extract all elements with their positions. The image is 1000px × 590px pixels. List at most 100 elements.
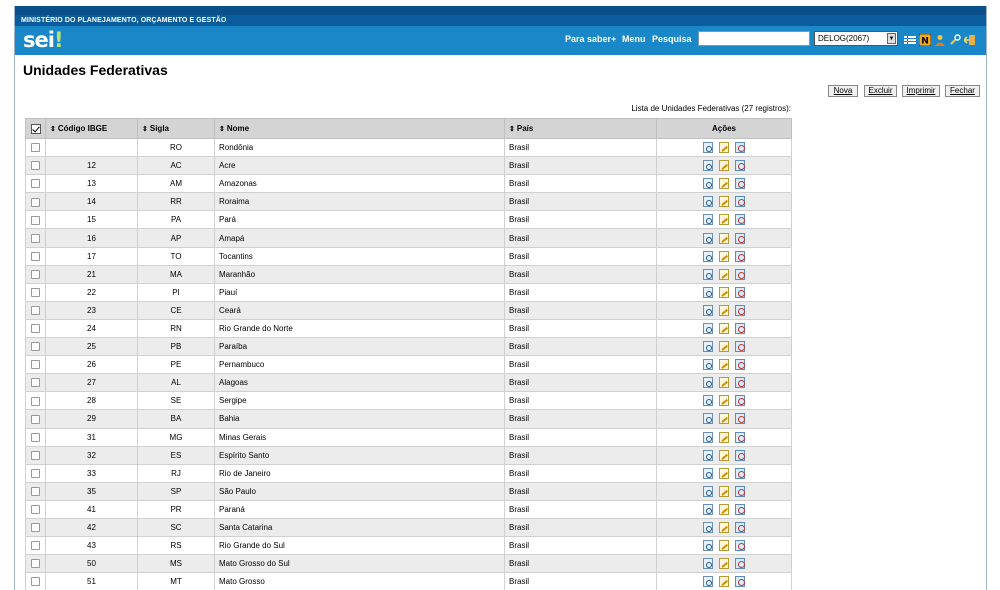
row-checkbox[interactable] (31, 414, 40, 424)
consultar-icon[interactable] (703, 214, 713, 226)
table-row[interactable]: 51 MT Mato Grosso Brasil (25, 572, 792, 590)
desativar-icon[interactable] (735, 576, 745, 588)
sei-logo[interactable]: sei! (23, 28, 63, 52)
table-row[interactable]: 21 MA Maranhão Brasil (25, 264, 792, 284)
row-checkbox[interactable] (31, 324, 40, 334)
consultar-icon[interactable] (703, 341, 713, 353)
alterar-icon[interactable] (719, 160, 729, 172)
table-row[interactable]: 31 MG Minas Gerais Brasil (25, 427, 792, 447)
alterar-icon[interactable] (719, 304, 729, 316)
alterar-icon[interactable] (719, 413, 729, 425)
consultar-icon[interactable] (703, 142, 713, 154)
desativar-icon[interactable] (735, 214, 745, 226)
list-icon[interactable] (904, 34, 916, 46)
desativar-icon[interactable] (735, 522, 745, 534)
alterar-icon[interactable] (719, 395, 729, 407)
consultar-icon[interactable] (703, 250, 713, 262)
alterar-icon[interactable] (719, 250, 729, 262)
desativar-icon[interactable] (735, 359, 745, 371)
desativar-icon[interactable] (735, 232, 745, 244)
desativar-icon[interactable] (735, 160, 745, 172)
alterar-icon[interactable] (719, 214, 729, 226)
table-row[interactable]: 41 PR Paraná Brasil (25, 499, 792, 519)
row-checkbox[interactable] (31, 360, 40, 370)
consultar-icon[interactable] (703, 377, 713, 389)
alterar-icon[interactable] (719, 322, 729, 334)
consultar-icon[interactable] (703, 431, 713, 443)
table-row[interactable]: 15 PA Pará Brasil (25, 210, 792, 230)
sort-icon[interactable]: ⇕ (509, 125, 515, 133)
table-row[interactable]: 33 RJ Rio de Janeiro Brasil (25, 463, 792, 483)
alterar-icon[interactable] (719, 268, 729, 280)
row-checkbox[interactable] (31, 523, 40, 533)
consultar-icon[interactable] (703, 232, 713, 244)
imprimir-button[interactable]: Imprimir (902, 85, 940, 97)
desativar-icon[interactable] (735, 431, 745, 443)
consultar-icon[interactable] (703, 178, 713, 190)
desativar-icon[interactable] (735, 485, 745, 497)
consultar-icon[interactable] (703, 413, 713, 425)
desativar-icon[interactable] (735, 377, 745, 389)
alterar-icon[interactable] (719, 558, 729, 570)
alterar-icon[interactable] (719, 431, 729, 443)
table-row[interactable]: 25 PB Paraíba Brasil (25, 337, 792, 357)
desativar-icon[interactable] (735, 250, 745, 262)
header-nome[interactable]: ⇕ Nome (214, 118, 505, 139)
row-checkbox[interactable] (31, 342, 40, 352)
consultar-icon[interactable] (703, 395, 713, 407)
desativar-icon[interactable] (735, 449, 745, 461)
consultar-icon[interactable] (703, 522, 713, 534)
row-checkbox[interactable] (31, 287, 40, 297)
row-checkbox[interactable] (31, 197, 40, 207)
alterar-icon[interactable] (719, 467, 729, 479)
consultar-icon[interactable] (703, 286, 713, 298)
desativar-icon[interactable] (735, 341, 745, 353)
row-checkbox[interactable] (31, 396, 40, 406)
table-row[interactable]: 27 AL Alagoas Brasil (25, 373, 792, 393)
table-row[interactable]: 22 PI Piauí Brasil (25, 282, 792, 302)
alterar-icon[interactable] (719, 232, 729, 244)
consultar-icon[interactable] (703, 449, 713, 461)
select-all-checkbox[interactable] (30, 123, 41, 134)
unit-select[interactable]: DELOG(2067) ▼ (814, 31, 898, 46)
table-row[interactable]: 17 TO Tocantins Brasil (25, 246, 792, 266)
alterar-icon[interactable] (719, 196, 729, 208)
n-badge-icon[interactable]: N (919, 34, 931, 46)
desativar-icon[interactable] (735, 322, 745, 334)
table-row[interactable]: 28 SE Sergipe Brasil (25, 391, 792, 411)
desativar-icon[interactable] (735, 178, 745, 190)
alterar-icon[interactable] (719, 142, 729, 154)
nova-button[interactable]: Nova (828, 85, 858, 97)
wrench-icon[interactable] (949, 34, 961, 46)
table-row[interactable]: 32 ES Espírito Santo Brasil (25, 445, 792, 465)
row-checkbox[interactable] (31, 161, 40, 171)
row-checkbox[interactable] (31, 215, 40, 225)
consultar-icon[interactable] (703, 322, 713, 334)
table-row[interactable]: 43 RS Rio Grande do Sul Brasil (25, 536, 792, 556)
row-checkbox[interactable] (31, 468, 40, 478)
desativar-icon[interactable] (735, 503, 745, 515)
desativar-icon[interactable] (735, 540, 745, 552)
consultar-icon[interactable] (703, 558, 713, 570)
table-row[interactable]: 23 CE Ceará Brasil (25, 300, 792, 320)
row-checkbox[interactable] (31, 450, 40, 460)
table-row[interactable]: 26 PE Pernambuco Brasil (25, 355, 792, 375)
user-icon[interactable] (934, 34, 946, 46)
consultar-icon[interactable] (703, 576, 713, 588)
alterar-icon[interactable] (719, 576, 729, 588)
alterar-icon[interactable] (719, 522, 729, 534)
table-row[interactable]: 16 AP Amapá Brasil (25, 228, 792, 248)
para-saber-link[interactable]: Para saber+ (565, 34, 616, 44)
exit-icon[interactable] (964, 34, 976, 46)
consultar-icon[interactable] (703, 160, 713, 172)
table-row[interactable]: 24 RN Rio Grande do Norte Brasil (25, 318, 792, 339)
row-checkbox[interactable] (31, 505, 40, 515)
consultar-icon[interactable] (703, 467, 713, 479)
desativar-icon[interactable] (735, 268, 745, 280)
desativar-icon[interactable] (735, 286, 745, 298)
consultar-icon[interactable] (703, 485, 713, 497)
alterar-icon[interactable] (719, 341, 729, 353)
row-checkbox[interactable] (31, 559, 40, 569)
table-row[interactable]: 12 AC Acre Brasil (25, 156, 792, 176)
table-row[interactable]: 14 RR Roraima Brasil (25, 192, 792, 212)
